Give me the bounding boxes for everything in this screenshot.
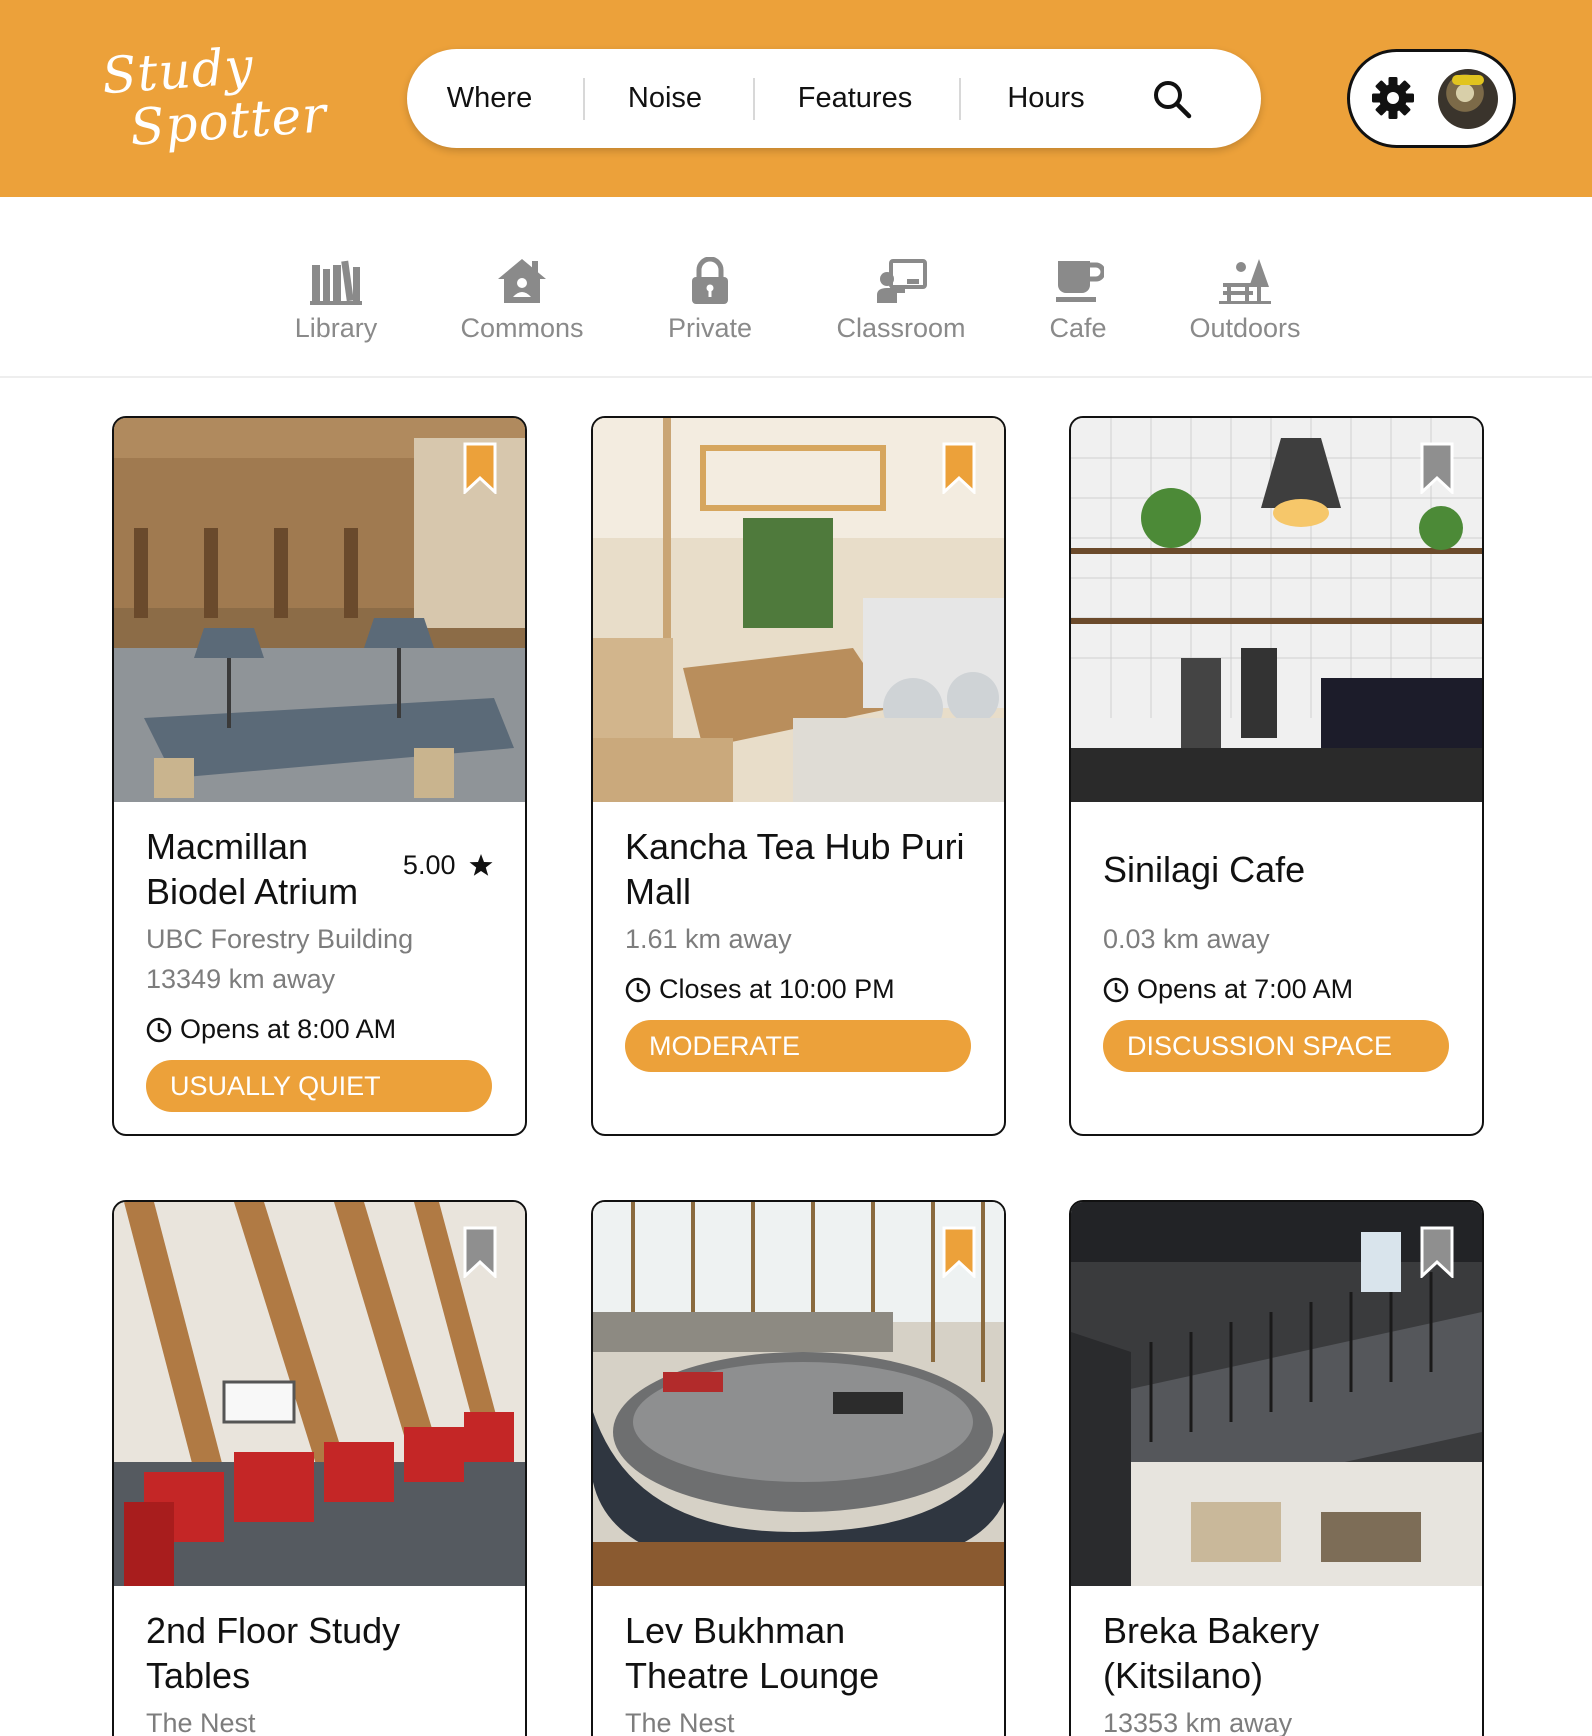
noise-tag: USUALLY QUIET [146, 1060, 492, 1112]
category-bar: Library Commons Private Classroom Cafe O… [0, 197, 1592, 378]
place-hours: Closes at 10:00 PM [625, 974, 895, 1005]
category-label: Cafe [1049, 313, 1107, 343]
clock-icon [1103, 977, 1129, 1003]
gear-icon[interactable] [1370, 75, 1416, 121]
bookmark-icon[interactable] [1420, 1226, 1454, 1278]
bookmark-icon[interactable] [942, 1226, 976, 1278]
place-title[interactable]: 2nd Floor Study Tables [146, 1608, 496, 1698]
place-card[interactable]: Breka Bakery (Kitsilano) 13353 km away [1069, 1200, 1484, 1736]
place-card[interactable]: Sinilagi Cafe 0.03 km away Opens at 7:00… [1069, 416, 1484, 1136]
category-classroom[interactable]: Classroom [816, 257, 986, 344]
category-label: Classroom [836, 313, 966, 343]
features-filter[interactable]: Features [755, 49, 955, 148]
place-title[interactable]: Lev Bukhman Theatre Lounge [625, 1608, 975, 1698]
category-label: Outdoors [1189, 313, 1301, 343]
hours-filter[interactable]: Hours [961, 49, 1131, 148]
rating-value: 5.00 [402, 850, 456, 880]
noise-filter[interactable]: Noise [585, 49, 745, 148]
place-distance: 13353 km away [1103, 1708, 1293, 1736]
category-private[interactable]: Private [625, 257, 795, 344]
hours-text: Opens at 8:00 AM [180, 1014, 397, 1044]
presentation-icon [877, 259, 927, 303]
books-icon [310, 260, 362, 305]
category-library[interactable]: Library [251, 257, 421, 344]
lock-icon [692, 257, 728, 304]
place-hours: Opens at 7:00 AM [1103, 974, 1353, 1005]
category-cafe[interactable]: Cafe [993, 257, 1163, 344]
place-card[interactable]: Kancha Tea Hub Puri Mall 1.61 km away Cl… [591, 416, 1006, 1136]
study-spotter-logo[interactable]: Study Spotter [100, 37, 329, 160]
place-title[interactable]: Sinilagi Cafe [1103, 847, 1453, 892]
star-icon [469, 854, 493, 876]
user-avatar[interactable] [1438, 69, 1498, 129]
where-filter[interactable]: Where [407, 49, 572, 148]
bookmark-icon[interactable] [463, 442, 497, 494]
top-header: Study Spotter Where Noise Features Hours [0, 0, 1592, 197]
noise-tag: DISCUSSION SPACE [1103, 1020, 1449, 1072]
place-card[interactable]: 2nd Floor Study Tables The Nest [112, 1200, 527, 1736]
place-title[interactable]: Macmillan Biodel Atrium [146, 824, 396, 914]
house-icon [498, 259, 546, 303]
clock-icon [625, 977, 651, 1003]
picnic-icon [1219, 259, 1271, 304]
place-card[interactable]: Lev Bukhman Theatre Lounge The Nest [591, 1200, 1006, 1736]
place-distance: 13349 km away [146, 964, 336, 994]
bookmark-icon[interactable] [1420, 442, 1454, 494]
search-bar: Where Noise Features Hours [407, 49, 1261, 148]
place-location: UBC Forestry Building [146, 924, 414, 954]
place-rating: 5.00 [403, 850, 493, 881]
logo-line-2: Spotter [128, 85, 329, 157]
noise-tag: MODERATE [625, 1020, 971, 1072]
place-location: The Nest [146, 1708, 256, 1736]
avatar-flower-crown [1452, 75, 1484, 85]
user-menu[interactable] [1347, 49, 1516, 148]
coffee-cup-icon [1056, 261, 1104, 302]
place-title[interactable]: Kancha Tea Hub Puri Mall [625, 824, 975, 914]
place-location: The Nest [625, 1708, 735, 1736]
bookmark-icon[interactable] [463, 1226, 497, 1278]
category-label: Commons [460, 313, 584, 343]
place-distance: 1.61 km away [625, 924, 792, 954]
search-icon[interactable] [1150, 77, 1194, 121]
place-distance: 0.03 km away [1103, 924, 1270, 954]
place-title[interactable]: Breka Bakery (Kitsilano) [1103, 1608, 1453, 1698]
place-card[interactable]: Macmillan Biodel Atrium 5.00 UBC Forestr… [112, 416, 527, 1136]
category-outdoors[interactable]: Outdoors [1160, 257, 1330, 344]
bookmark-icon[interactable] [942, 442, 976, 494]
category-label: Library [294, 313, 378, 343]
place-hours: Opens at 8:00 AM [146, 1014, 396, 1045]
category-label: Private [667, 313, 753, 343]
hours-text: Closes at 10:00 PM [659, 974, 895, 1004]
hours-text: Opens at 7:00 AM [1137, 974, 1354, 1004]
category-commons[interactable]: Commons [437, 257, 607, 344]
clock-icon [146, 1017, 172, 1043]
